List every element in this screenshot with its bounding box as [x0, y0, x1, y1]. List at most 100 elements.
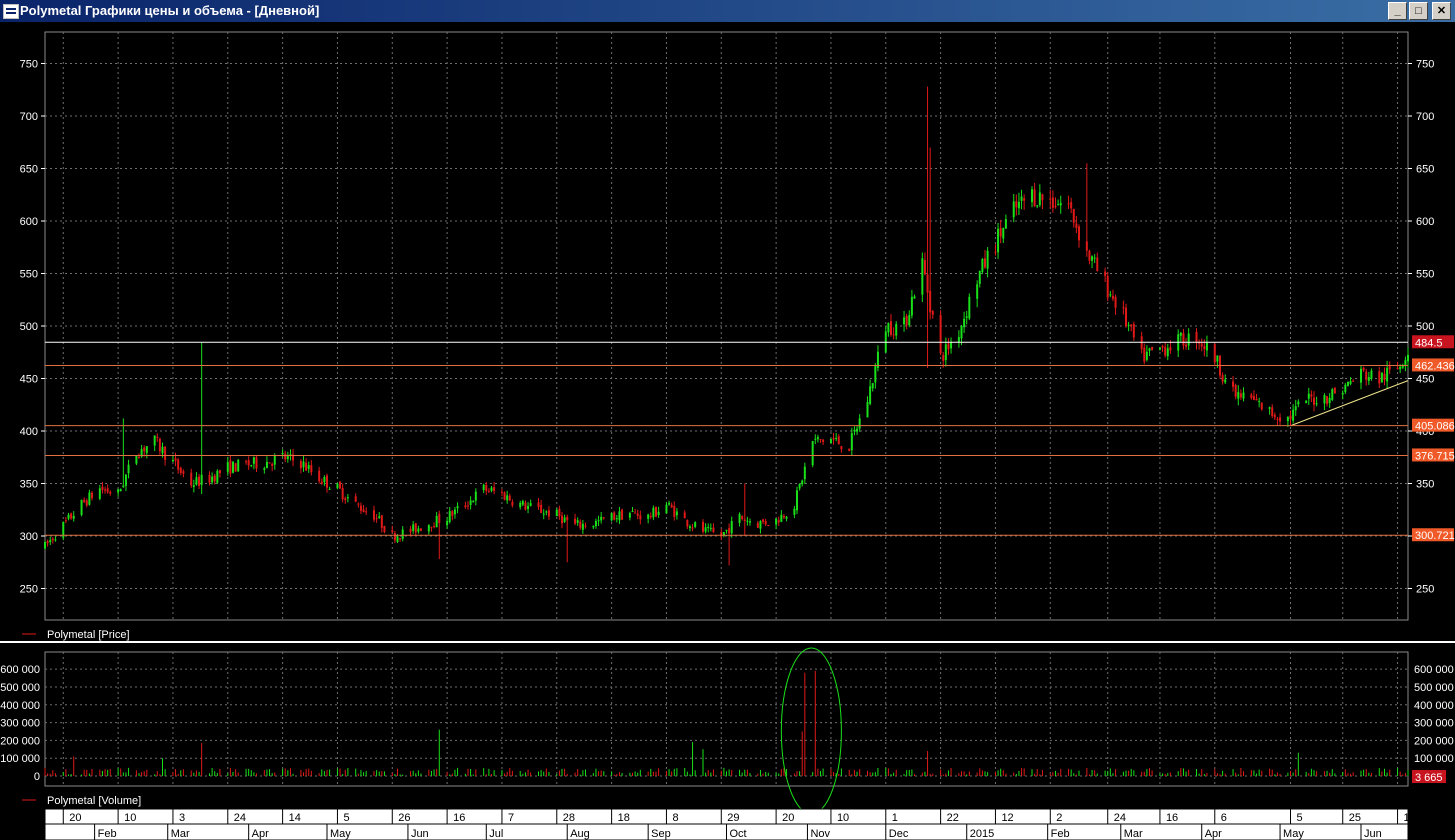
- price-candle-body: [198, 476, 201, 486]
- price-candle-body: [1352, 380, 1355, 382]
- price-candle-body: [694, 522, 697, 527]
- price-candle-body: [273, 455, 276, 465]
- volume-panel[interactable]: 00100 000100 000200 000200 000300 000300…: [0, 647, 1454, 815]
- price-candle-body: [853, 429, 856, 432]
- price-candle-body: [691, 527, 694, 529]
- price-candle-body: [566, 516, 569, 521]
- price-candle-body: [1169, 346, 1172, 351]
- price-candle-body: [1033, 189, 1036, 207]
- price-candle-body: [887, 323, 890, 333]
- close-button[interactable]: ✕: [1432, 2, 1451, 20]
- volume-ytick-label-left: 600 000: [0, 664, 40, 676]
- price-panel[interactable]: 2502503003003503504004004504505005005505…: [20, 31, 1455, 621]
- price-ytick-label-right: 500: [1416, 321, 1434, 333]
- price-candle-body: [54, 539, 57, 541]
- price-candle-body: [1305, 400, 1308, 404]
- price-candle-body: [161, 446, 164, 454]
- price-candle-body: [858, 418, 861, 429]
- price-candle-body: [1070, 202, 1073, 209]
- price-candle-body: [1370, 370, 1373, 379]
- price-candle-body: [618, 511, 621, 521]
- minimize-button[interactable]: _: [1388, 2, 1407, 20]
- price-candle-body: [464, 505, 467, 508]
- chart-area[interactable]: 2502503003003503504004004504505005005505…: [0, 22, 1455, 840]
- date-axis[interactable]: 20 10 3 24 14 5 26 16 7 28 18 8 29 20 10 1 22 12 2 24 16 6 5 25…: [44, 808, 1416, 840]
- price-candle-body: [712, 527, 715, 533]
- volume-ytick-label-right: 500 000: [1414, 682, 1454, 694]
- price-candle-body: [435, 515, 438, 528]
- price-candle-body: [639, 515, 642, 520]
- price-candle-body: [1012, 201, 1015, 218]
- price-candle-body: [1407, 354, 1409, 362]
- price-candle-body: [362, 509, 365, 513]
- price-candle-body: [866, 402, 869, 418]
- price-candle-body: [1323, 395, 1326, 404]
- title-bar[interactable]: Polymetal Графики цены и объема - [Дневн…: [0, 0, 1455, 22]
- price-candle-body: [252, 457, 255, 464]
- price-candle-body: [816, 437, 819, 440]
- price-candle-body: [1111, 295, 1114, 299]
- price-candle-body: [49, 540, 52, 543]
- maximize-button[interactable]: □: [1409, 2, 1428, 20]
- date-month-label: Feb: [98, 828, 117, 840]
- price-candle-body: [286, 455, 289, 459]
- price-candle-body: [652, 507, 655, 518]
- price-candle-body: [469, 500, 472, 506]
- price-candle-body: [106, 488, 109, 493]
- price-candle-body: [1297, 401, 1300, 405]
- date-day-label: 20: [69, 812, 81, 824]
- price-candle-body: [234, 463, 237, 472]
- price-ytick-label-right: 550: [1416, 269, 1434, 281]
- date-day-label: 26: [398, 812, 410, 824]
- price-candle-body: [67, 514, 70, 519]
- price-ytick-label-right: 750: [1416, 59, 1434, 71]
- price-candle-body: [336, 483, 339, 489]
- price-candle-body: [576, 520, 579, 523]
- price-candle-body: [1237, 392, 1240, 399]
- price-candle-body: [707, 526, 710, 528]
- price-legend-text: Polymetal [Price]: [47, 629, 130, 641]
- price-candle-body: [1148, 348, 1151, 351]
- price-candle-body: [837, 436, 840, 445]
- price-candle-body: [994, 251, 997, 253]
- date-day-label: 5: [1297, 812, 1303, 824]
- price-candle-body: [1132, 324, 1135, 338]
- level-tag-label: 405.086: [1415, 421, 1455, 433]
- price-candle-body: [365, 511, 368, 513]
- price-candle-body: [263, 468, 266, 470]
- price-candle-body: [1031, 189, 1033, 203]
- price-candle-body: [1365, 371, 1368, 380]
- price-ytick-label-left: 700: [20, 111, 38, 123]
- price-candle-body: [192, 485, 195, 487]
- price-candle-body: [613, 512, 616, 520]
- price-candle-body: [1017, 201, 1020, 209]
- price-candle-body: [164, 446, 167, 461]
- price-candle-body: [80, 499, 83, 515]
- price-candle-body: [302, 461, 305, 468]
- price-candle-body: [305, 462, 308, 471]
- price-candle-body: [323, 477, 326, 483]
- date-day-label: 1: [892, 812, 898, 824]
- price-candle-body: [1268, 407, 1271, 409]
- price-ytick-label-right: 650: [1416, 164, 1434, 176]
- price-candle-body: [182, 471, 185, 474]
- price-candle-body: [1185, 344, 1188, 347]
- price-candle-body: [1072, 208, 1075, 223]
- price-candle-body: [88, 492, 91, 505]
- level-tag-label: 300.721: [1415, 530, 1455, 542]
- price-candle-body: [511, 501, 514, 506]
- price-candle-body: [871, 383, 874, 389]
- price-candle-body: [529, 503, 532, 506]
- price-candle-body: [51, 538, 54, 541]
- price-candle-body: [1085, 241, 1088, 251]
- level-tag: 462.436: [1412, 358, 1455, 372]
- price-candle-body: [1360, 368, 1362, 383]
- price-candle-body: [1049, 198, 1052, 200]
- price-candle-body: [923, 260, 926, 275]
- price-candle-body: [1075, 223, 1078, 229]
- price-candle-body: [245, 461, 248, 463]
- price-candle-body: [474, 491, 477, 501]
- date-month-label: Mar: [171, 828, 190, 840]
- price-candle-body: [913, 296, 916, 299]
- volume-ytick-label-right: 400 000: [1414, 700, 1454, 712]
